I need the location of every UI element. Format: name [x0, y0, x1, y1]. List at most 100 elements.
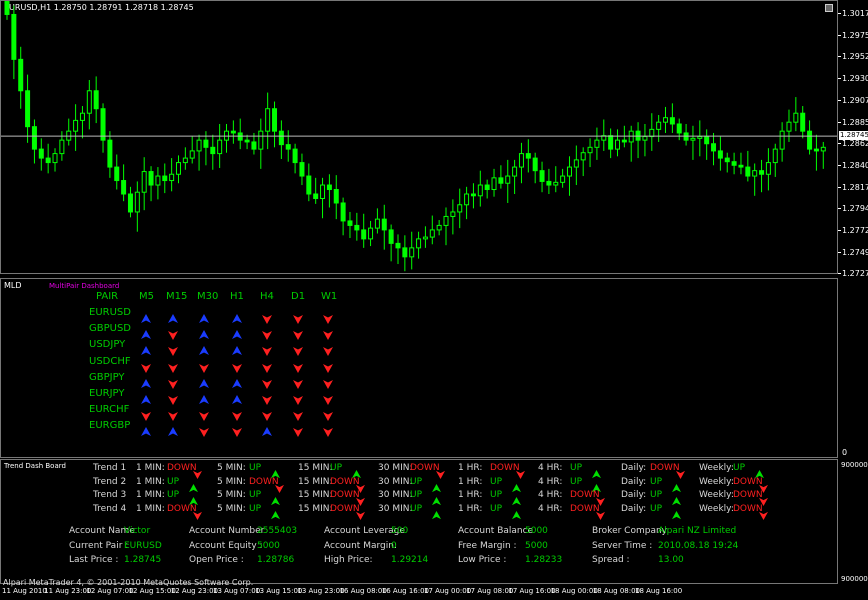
time-axis-label: 12 Aug 23:00: [170, 587, 218, 595]
candle-body: [134, 191, 140, 213]
timeframe-label: 30 MIN:: [378, 463, 413, 473]
price-axis-label: 1.28170: [842, 182, 868, 192]
candle-body: [477, 184, 483, 197]
candle-body: [155, 175, 161, 186]
time-axis-label: 12 Aug 07:00: [86, 587, 134, 595]
price-axis-label: 1.29070: [842, 95, 868, 105]
price-chart-pane[interactable]: EURUSD,H1 1.28750 1.28791 1.28718 1.2874…: [0, 0, 838, 274]
timeframe-header-h1: H1: [230, 291, 244, 302]
candle-body: [402, 247, 408, 258]
candle-body: [409, 247, 415, 258]
pair-label: EURCHF: [89, 404, 130, 416]
candle-body: [772, 148, 778, 164]
pair-label: GBPJPY: [89, 371, 125, 383]
account-field-label: Account Number: [189, 526, 265, 536]
candle-body: [642, 136, 648, 141]
timeframe-label: 4 HR:: [538, 503, 563, 514]
trend-arrow-down-icon: [356, 505, 365, 524]
candle-body: [752, 170, 758, 177]
timeframe-header-m15: M15: [166, 291, 188, 302]
candle-body: [690, 137, 696, 141]
candle-body: [258, 130, 264, 150]
candle-body: [429, 229, 435, 238]
candle-body: [759, 170, 765, 175]
candle-body: [31, 126, 37, 150]
candle-body: [676, 123, 682, 134]
account-field-value: 5000: [257, 540, 280, 551]
candle-body: [203, 139, 209, 148]
candle-body: [25, 90, 31, 128]
timeframe-label: 1 HR:: [458, 463, 483, 473]
candle-body: [566, 166, 572, 177]
trend-arrow-down-icon: [759, 505, 768, 524]
candle-body: [621, 139, 627, 143]
multipair-dashboard-pane[interactable]: MLD MultiPair Dashboard PAIR M5 M15 M30 H1 H…: [0, 278, 838, 458]
account-field-value: 1.29214: [391, 555, 429, 565]
candle-body: [443, 215, 449, 226]
candle-body: [306, 175, 312, 195]
pair-label: EURJPY: [89, 388, 125, 399]
price-axis-tick: [838, 99, 841, 101]
timeframe-label: Weekly:: [699, 463, 734, 473]
trend-value: UP: [249, 463, 262, 473]
candle-body: [265, 108, 271, 132]
account-field-label: Last Price :: [69, 555, 119, 565]
time-axis-label: 13 Aug 07:00: [213, 587, 261, 595]
candle-body: [807, 130, 813, 150]
candle-body: [505, 175, 511, 184]
candle-body: [484, 184, 490, 191]
candle-body: [553, 181, 559, 186]
pair-label: EURUSD: [89, 307, 131, 318]
timeframe-label: 1 HR:: [458, 503, 483, 514]
candle-body: [4, 1, 10, 15]
account-field-label: Account Margin:: [324, 540, 397, 551]
candle-body: [457, 204, 463, 213]
candle-body: [525, 153, 531, 159]
candle-body: [320, 184, 326, 199]
timeframe-label: Daily:: [621, 476, 647, 487]
candle-body: [663, 117, 669, 123]
time-axis-label: 11 Aug 2010: [2, 587, 47, 595]
candle-body: [573, 159, 579, 168]
timeframe-label: 15 MIN:: [298, 476, 333, 487]
price-axis-tick: [838, 56, 841, 58]
axis-zero-label: 0: [842, 448, 848, 457]
candle-body: [532, 157, 538, 172]
candle-body: [745, 166, 751, 177]
timeframe-label: 30 MIN:: [378, 503, 413, 514]
trend-arrow-up-icon: [432, 505, 441, 524]
axis-bottom-label: 9000000: [841, 575, 868, 583]
timeframe-header-w1: W1: [321, 291, 338, 302]
trend-value: UP: [249, 503, 262, 514]
timeframe-label: 4 HR:: [538, 463, 563, 473]
account-field-value: Alpari NZ Limited: [658, 526, 737, 536]
trend-arrow-up-icon: [512, 505, 521, 524]
candlestick-chart[interactable]: [1, 1, 837, 273]
trend-row-label: Trend 1: [93, 463, 127, 473]
candle-body: [416, 238, 422, 249]
candle-body: [491, 177, 497, 191]
timeframe-label: 30 MIN:: [378, 476, 413, 487]
account-field-value: 5000: [525, 526, 548, 536]
candle-body: [724, 157, 730, 163]
candle-body: [546, 180, 552, 186]
candle-body: [436, 224, 442, 231]
timeframe-header-m30: M30: [197, 291, 219, 302]
candle-body: [148, 171, 154, 186]
axis-top-label: 9000000: [841, 461, 868, 469]
account-field-value: 1.28233: [525, 555, 563, 565]
candle-body: [738, 164, 744, 168]
candle-body: [820, 146, 826, 152]
timeframe-label: Weekly:: [699, 476, 734, 487]
timeframe-label: 30 MIN:: [378, 490, 413, 500]
trend-dashboard-pane[interactable]: Trend Dash Board Trend 11 MIN: DOWN 5 MIN:…: [0, 459, 838, 584]
price-axis-tick: [838, 121, 841, 123]
copyright-text: Alpari MetaTrader 4, © 2001-2010 MetaQuo…: [3, 578, 254, 587]
price-axis-label: 1.29525: [842, 52, 868, 62]
time-axis-label: 18 Aug 08:00: [592, 587, 640, 595]
price-axis-tick: [838, 143, 841, 145]
time-axis-label: 18 Aug 00:00: [550, 587, 598, 595]
candle-body: [580, 152, 586, 161]
time-axis-label: 13 Aug 15:00: [255, 587, 303, 595]
candle-body: [313, 193, 319, 199]
